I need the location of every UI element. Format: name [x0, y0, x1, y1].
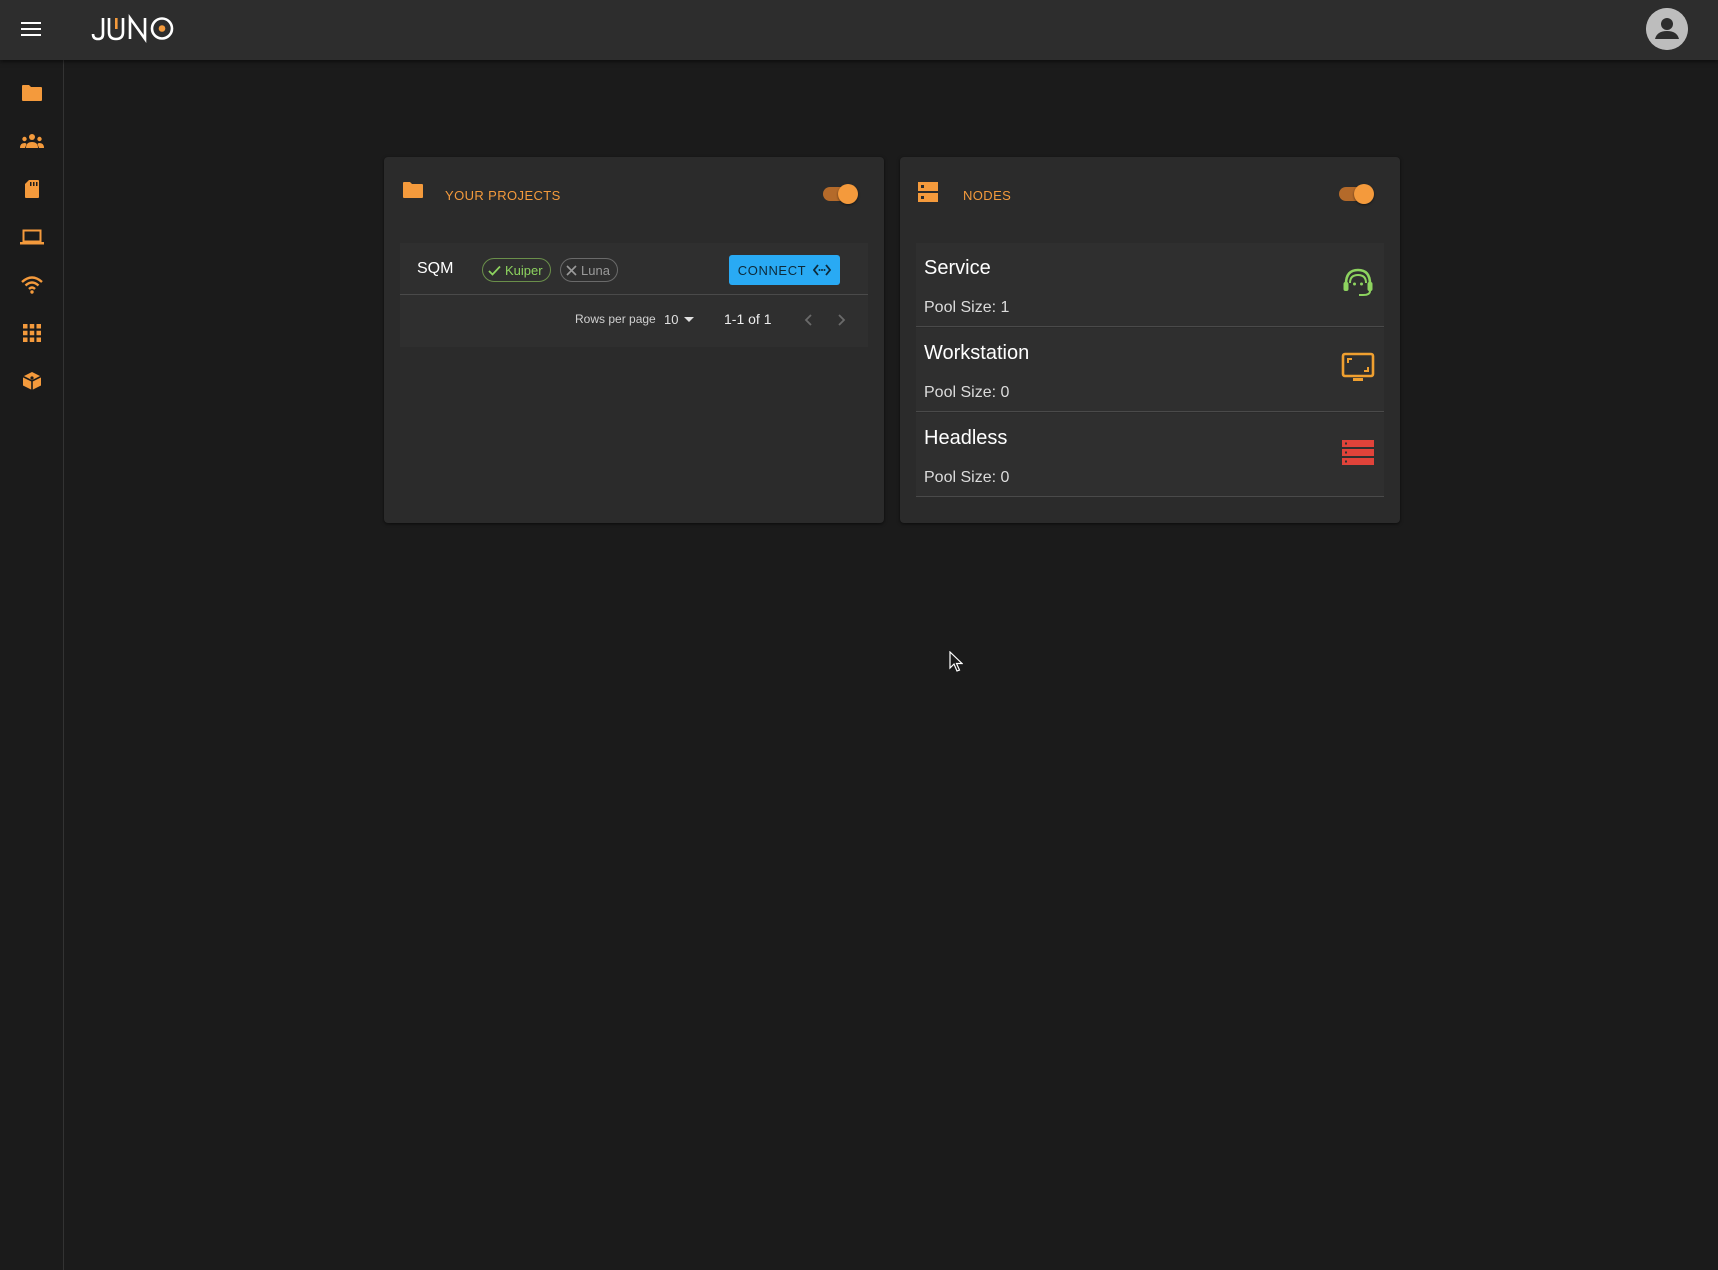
juno-logo[interactable] — [90, 12, 180, 44]
folder-icon — [21, 85, 42, 101]
settings-ethernet-icon — [813, 264, 832, 276]
node-name: Headless — [924, 427, 1008, 449]
juno-logo-mark — [91, 13, 174, 44]
sidebar-item-workstations[interactable] — [0, 213, 63, 261]
chip-kuiper[interactable]: Kuiper — [482, 258, 551, 282]
projects-card-title: YOUR PROJECTS — [445, 188, 561, 203]
node-item-headless[interactable]: Headless Pool Size: 0 — [916, 413, 1384, 497]
chip-luna[interactable]: Luna — [560, 258, 618, 282]
sidebar — [0, 60, 64, 1270]
connect-button-label: CONNECT — [737, 262, 807, 278]
dns-icon — [918, 182, 942, 206]
pagination-range: 1-1 of 1 — [724, 311, 772, 327]
projects-card: YOUR PROJECTS SQM Kuiper Luna CONNECT Ro… — [384, 157, 884, 523]
chevron-right-icon — [838, 314, 846, 326]
package-box-icon — [22, 372, 41, 390]
app-bar — [0, 0, 1718, 60]
account-avatar[interactable] — [1646, 8, 1688, 50]
node-pool-size: Pool Size: 1 — [924, 299, 1010, 316]
groups-icon — [19, 134, 44, 148]
monitor-icon — [1341, 350, 1375, 384]
previous-page-button[interactable] — [795, 307, 821, 333]
toggle-thumb — [1354, 184, 1374, 204]
chip-label: Kuiper — [505, 262, 543, 278]
table-pagination: Rows per page 10 1-1 of 1 — [400, 295, 868, 347]
sidebar-item-projects[interactable] — [0, 69, 63, 117]
sidebar-item-storage[interactable] — [0, 165, 63, 213]
chevron-left-icon — [804, 314, 812, 326]
sidebar-item-network[interactable] — [0, 261, 63, 309]
nodes-card-title: NODES — [963, 188, 1012, 203]
node-pool-size: Pool Size: 0 — [924, 384, 1010, 401]
project-name: SQM — [417, 260, 454, 277]
sd-card-icon — [24, 180, 39, 198]
laptop-icon — [19, 229, 44, 245]
close-icon — [566, 264, 577, 276]
projects-table: SQM Kuiper Luna CONNECT Rows per page 10… — [400, 243, 868, 347]
sidebar-item-groups[interactable] — [0, 117, 63, 165]
account-circle-icon — [1646, 8, 1688, 50]
wifi-icon — [20, 276, 43, 294]
node-name: Workstation — [924, 342, 1030, 364]
next-page-button[interactable] — [829, 307, 855, 333]
node-pool-size: Pool Size: 0 — [924, 469, 1010, 486]
sidebar-item-packages[interactable] — [0, 357, 63, 405]
rows-per-page-select[interactable]: 10 — [664, 312, 695, 327]
chip-label: Luna — [581, 262, 610, 278]
nodes-card: NODES Service Pool Size: 1 Workstation P… — [900, 157, 1400, 523]
hamburger-menu-icon[interactable] — [16, 14, 46, 44]
node-item-workstation[interactable]: Workstation Pool Size: 0 — [916, 328, 1384, 412]
sidebar-item-apps[interactable] — [0, 309, 63, 357]
folder-icon — [402, 181, 426, 205]
mouse-cursor-icon — [949, 650, 964, 673]
dropdown-arrow-icon — [684, 316, 695, 322]
table-row[interactable]: SQM Kuiper Luna CONNECT — [400, 243, 868, 295]
rows-per-page-value: 10 — [664, 312, 679, 327]
connect-button[interactable]: CONNECT — [729, 255, 840, 285]
check-icon — [488, 265, 501, 276]
apps-grid-icon — [22, 324, 41, 342]
rows-per-page-label: Rows per page — [575, 312, 656, 326]
node-name: Service — [924, 257, 991, 279]
nodes-toggle[interactable] — [1336, 182, 1376, 206]
toggle-thumb — [838, 184, 858, 204]
support-agent-icon — [1341, 265, 1375, 299]
node-item-service[interactable]: Service Pool Size: 1 — [916, 243, 1384, 327]
server-rack-icon — [1341, 435, 1375, 469]
projects-toggle[interactable] — [820, 182, 860, 206]
